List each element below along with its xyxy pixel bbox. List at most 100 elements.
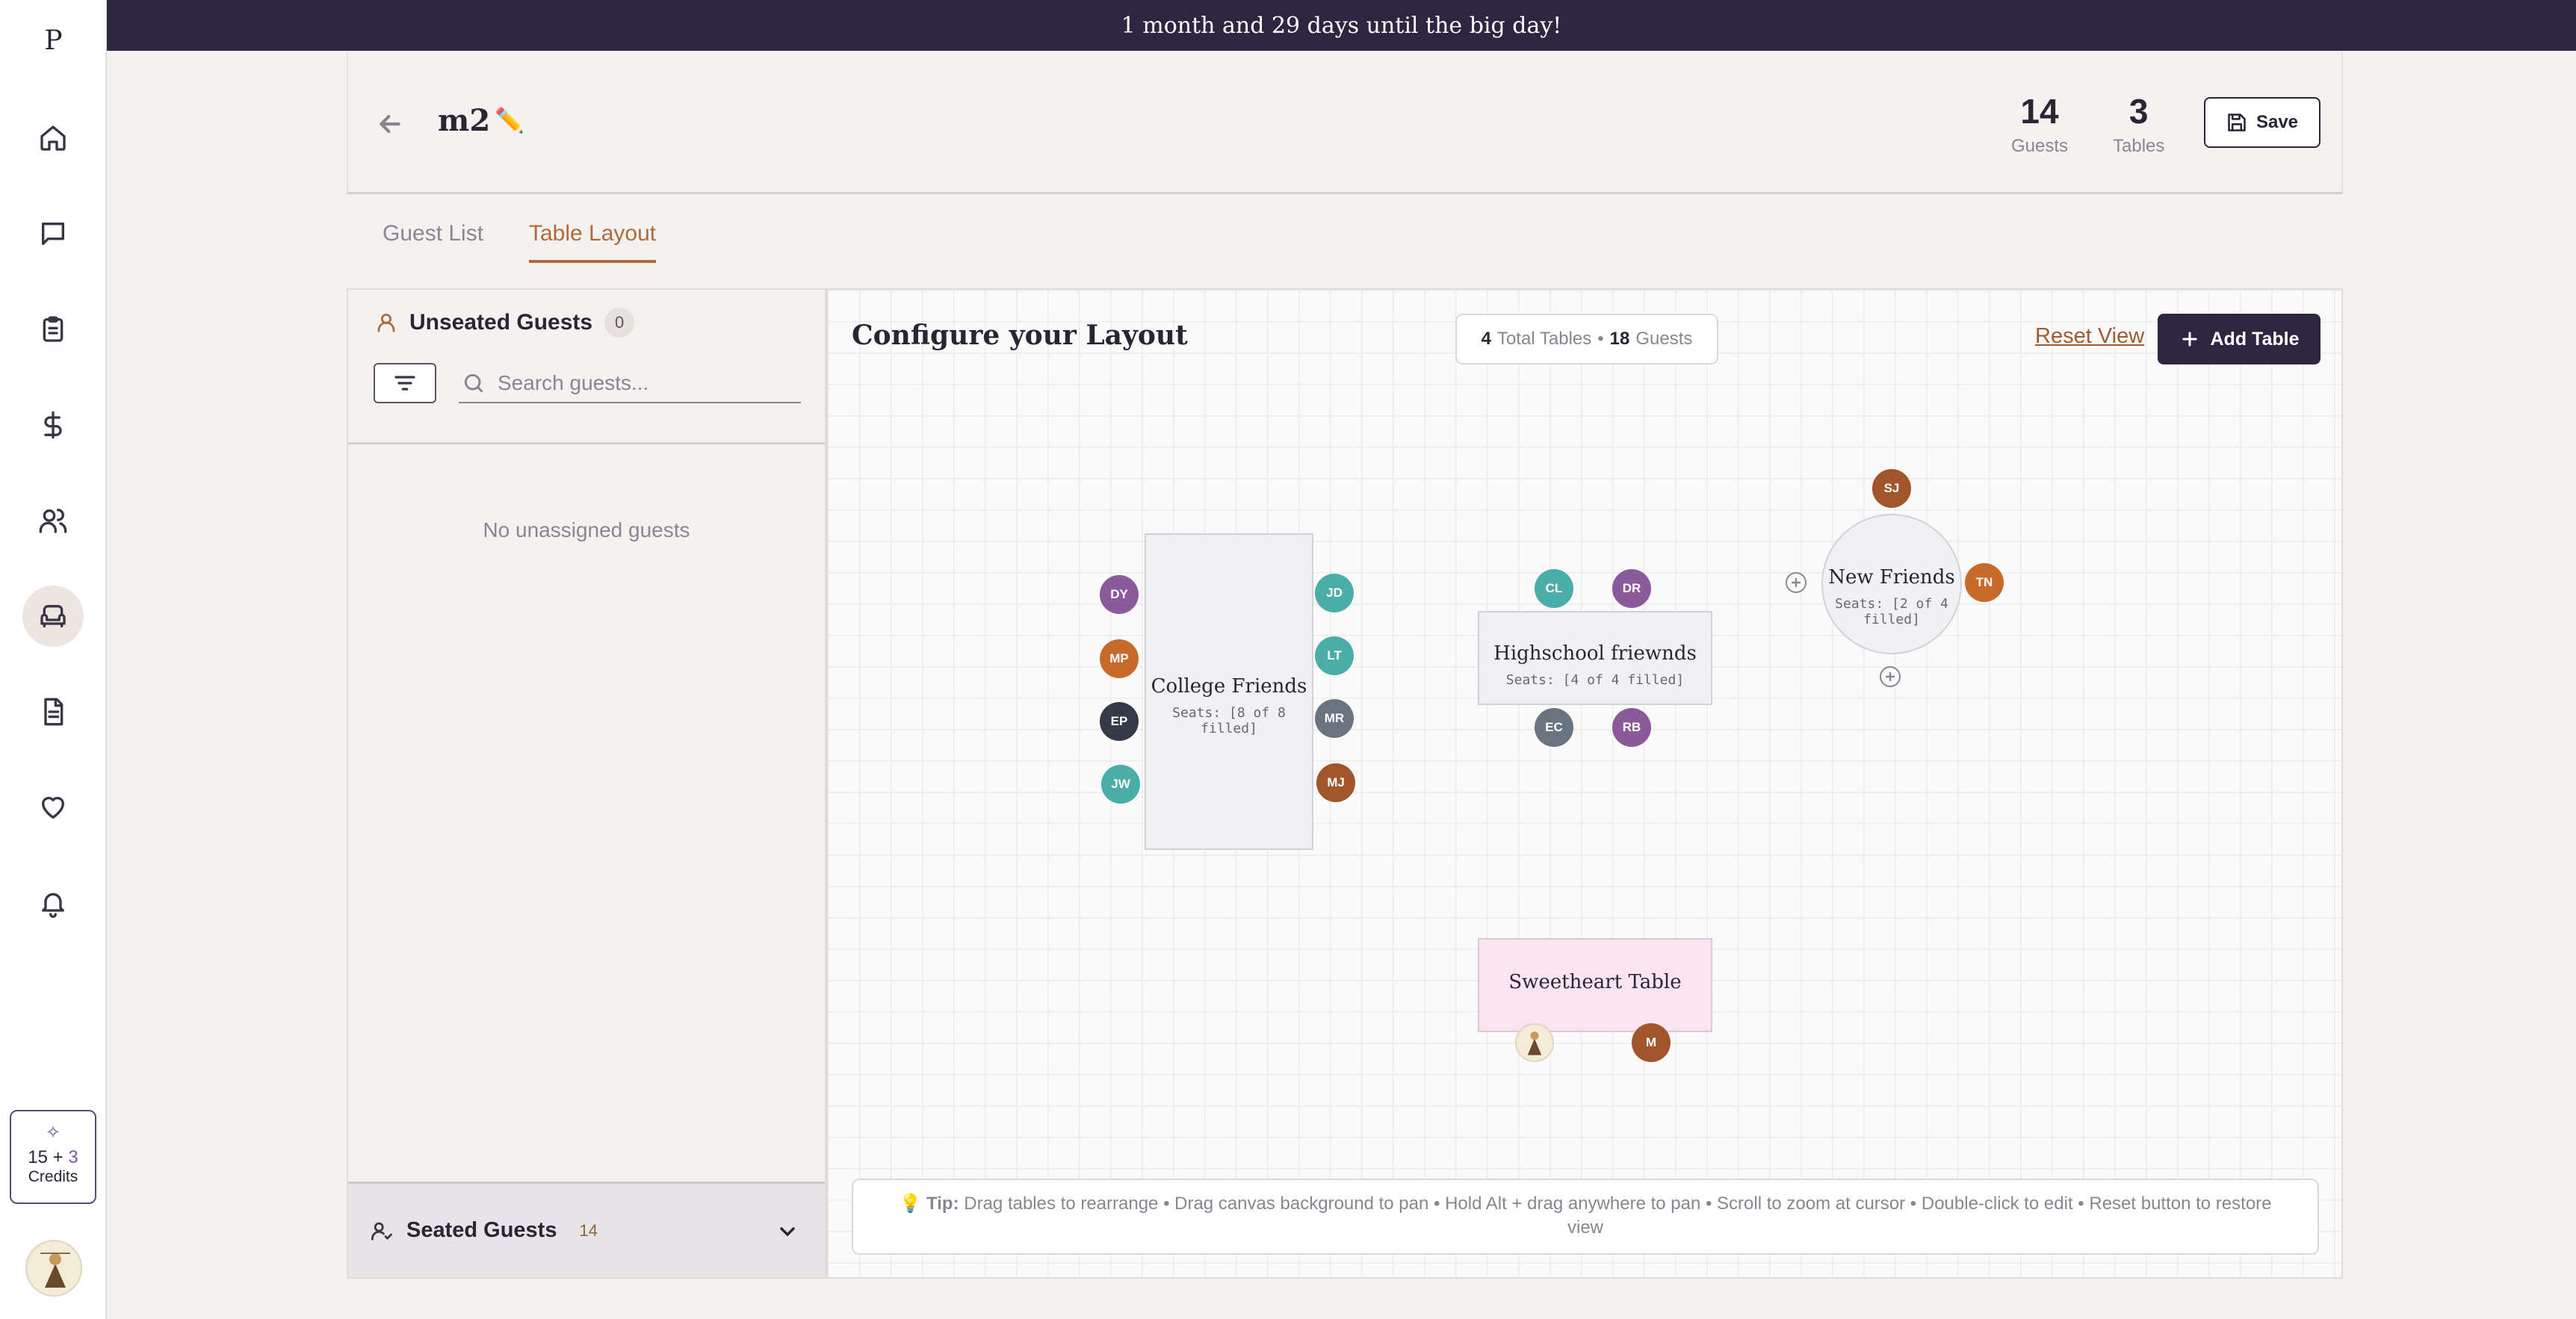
filter-lines-icon <box>394 376 415 391</box>
guest-seat-avatar[interactable]: MR <box>1315 699 1354 738</box>
favorites-nav-button[interactable] <box>22 777 84 838</box>
unseated-header: Unseated Guests 0 <box>375 308 635 338</box>
unseated-count-badge: 0 <box>604 308 635 338</box>
seated-title: Seated Guests <box>406 1218 557 1242</box>
seated-count-badge: 14 <box>579 1220 598 1240</box>
clipboard-icon <box>43 316 64 342</box>
guest-seat-avatar[interactable]: EC <box>1535 708 1573 747</box>
floppy-disk-icon <box>2228 114 2246 131</box>
seating-nav-button[interactable] <box>22 586 84 647</box>
credits-widget[interactable]: ✧ 15 + 3 Credits <box>10 1110 96 1204</box>
unseated-title: Unseated Guests <box>409 310 593 335</box>
checklist-nav-button[interactable] <box>22 299 84 360</box>
countdown-banner: 1 month and 29 days until the big day! <box>107 0 2576 51</box>
panel-divider <box>348 442 825 444</box>
dollar-icon <box>44 411 62 439</box>
guest-photo-avatar[interactable] <box>1515 1023 1554 1062</box>
lightbulb-icon: 💡 <box>899 1194 922 1214</box>
credits-label: Credits <box>28 1168 78 1185</box>
tip-box: 💡 Tip: Drag tables to rearrange • Drag c… <box>852 1179 2319 1255</box>
sidebar: P ✧ 15 + 3 Credits <box>0 0 107 1319</box>
avatar-illustration-icon <box>1527 1031 1542 1055</box>
document-icon <box>44 698 64 726</box>
guests-stat-label: Guests <box>2011 136 2069 156</box>
search-input[interactable] <box>498 371 781 395</box>
messages-nav-button[interactable] <box>22 203 84 264</box>
guests-stat-value: 14 <box>2020 92 2059 131</box>
tables-stat-value: 3 <box>2128 92 2149 131</box>
table-new-friends[interactable]: New Friends Seats: [2 of 4 filled] <box>1821 514 1962 654</box>
chat-icon <box>42 223 65 245</box>
layout-canvas[interactable]: Configure your Layout 4 Total Tables • 1… <box>826 288 2343 1279</box>
home-nav-button[interactable] <box>22 108 84 169</box>
pencil-icon[interactable]: ✏️ <box>495 106 524 134</box>
search-icon <box>464 373 483 393</box>
chevron-down-icon <box>780 1227 795 1237</box>
guest-panel: Unseated Guests 0 No unassigned guests S… <box>347 288 826 1279</box>
seated-guests-toggle[interactable]: Seated Guests 14 <box>348 1182 825 1277</box>
guest-seat-avatar[interactable]: SJ <box>1872 469 1911 508</box>
guest-seat-avatar[interactable]: DY <box>1100 575 1139 614</box>
reset-view-link[interactable]: Reset View <box>2035 324 2144 349</box>
guest-seat-avatar[interactable]: MP <box>1100 639 1139 678</box>
add-seat-button[interactable] <box>1880 666 1901 687</box>
table-seats: Seats: [4 of 4 filled] <box>1505 672 1685 688</box>
search-box <box>459 364 801 403</box>
add-seat-button[interactable] <box>1786 572 1806 593</box>
heart-icon <box>42 796 65 819</box>
guest-seat-avatar[interactable]: JW <box>1101 765 1140 804</box>
home-icon <box>40 125 66 151</box>
total-guests-value: 18 <box>1609 329 1630 349</box>
tables-stat-label: Tables <box>2113 136 2165 156</box>
guest-seat-avatar[interactable]: RB <box>1612 708 1651 747</box>
table-college-friends[interactable]: College Friends Seats: [8 of 8 filled] <box>1145 533 1313 850</box>
event-title: m2 <box>438 103 491 138</box>
save-button[interactable]: Save <box>2204 97 2320 148</box>
total-guests-label: Guests <box>1635 329 1693 349</box>
guest-seat-avatar[interactable]: TN <box>1965 563 2004 602</box>
guests-nav-button[interactable] <box>22 490 84 551</box>
table-name: College Friends <box>1151 675 1307 698</box>
user-check-icon <box>371 1222 392 1241</box>
guest-seat-avatar[interactable]: EP <box>1100 702 1139 741</box>
credits-count: 15 + 3 <box>28 1147 78 1167</box>
guest-seat-avatar[interactable]: CL <box>1535 569 1573 608</box>
filter-button[interactable] <box>374 363 436 403</box>
budget-nav-button[interactable] <box>22 394 84 456</box>
user-icon <box>377 314 395 332</box>
save-label: Save <box>2255 112 2299 132</box>
bell-icon <box>42 893 65 918</box>
notifications-nav-button[interactable] <box>22 872 84 934</box>
add-table-label: Add Table <box>2210 328 2300 350</box>
plus-icon <box>1791 577 1801 588</box>
table-highschool-friends[interactable]: Highschool friewnds Seats: [4 of 4 fille… <box>1478 611 1712 705</box>
guest-seat-avatar[interactable]: MJ <box>1316 763 1355 802</box>
documents-nav-button[interactable] <box>22 681 84 742</box>
total-tables-label: Total Tables <box>1496 329 1592 349</box>
guest-seat-avatar[interactable]: M <box>1632 1023 1671 1062</box>
table-seats: Seats: [2 of 4 filled] <box>1835 596 1948 627</box>
totals-separator: • <box>1597 329 1604 349</box>
user-avatar[interactable] <box>25 1240 82 1297</box>
canvas-title: Configure your Layout <box>852 320 1188 351</box>
totals-summary: 4 Total Tables • 18 Guests <box>1455 314 1718 364</box>
guest-seat-avatar[interactable]: DR <box>1612 569 1651 608</box>
sofa-icon <box>40 605 66 627</box>
guests-stat: 14 Guests <box>2011 91 2068 157</box>
table-sweetheart[interactable]: Sweetheart Table <box>1478 938 1712 1032</box>
tab-table-layout[interactable]: Table Layout <box>529 221 657 263</box>
guest-seat-avatar[interactable]: JD <box>1315 574 1354 612</box>
arrow-left-icon <box>380 114 400 134</box>
event-header: m2 ✏️ 14 Guests 3 Tables Save <box>347 52 2343 194</box>
tip-text: Drag tables to rearrange • Drag canvas b… <box>964 1194 2272 1238</box>
back-button[interactable] <box>375 109 405 139</box>
total-tables-value: 4 <box>1481 329 1491 349</box>
app-logo[interactable]: P <box>0 25 107 56</box>
plus-icon <box>1885 671 1895 682</box>
sparkle-icon: ✧ <box>45 1123 61 1143</box>
tables-stat: 3 Tables <box>2113 91 2164 157</box>
tab-guest-list[interactable]: Guest List <box>383 221 483 260</box>
table-name: Sweetheart Table <box>1508 971 1682 993</box>
add-table-button[interactable]: Add Table <box>2158 314 2320 364</box>
guest-seat-avatar[interactable]: LT <box>1315 636 1354 675</box>
